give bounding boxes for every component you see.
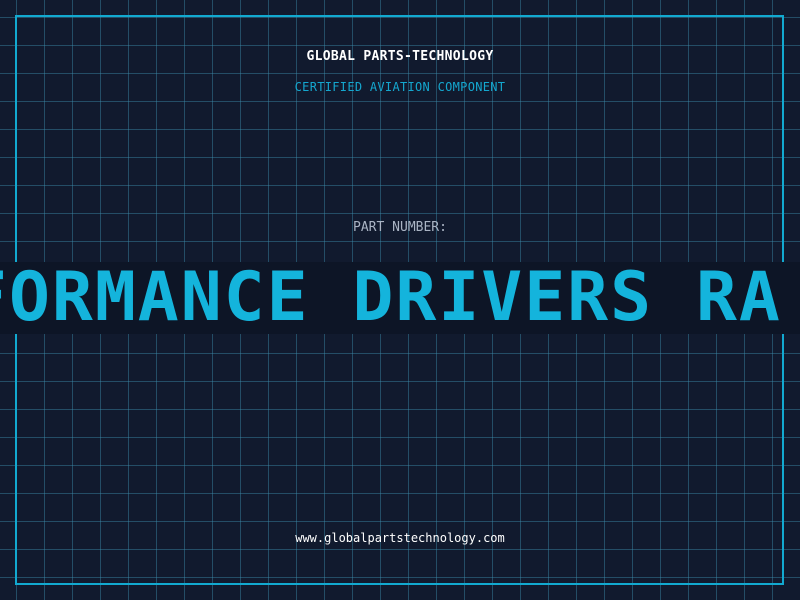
part-number-band: FORMANCE DRIVERS RA: [0, 262, 800, 334]
part-number-value: FORMANCE DRIVERS RA: [0, 262, 782, 334]
certification-subtitle: CERTIFIED AVIATION COMPONENT: [294, 80, 506, 94]
part-number-label: PART NUMBER:: [353, 220, 447, 235]
aviation-part-card: GLOBAL PARTS-TECHNOLOGY CERTIFIED AVIATI…: [0, 0, 800, 600]
website-url: www.globalpartstechnology.com: [295, 531, 505, 545]
brand-title: GLOBAL PARTS-TECHNOLOGY: [306, 49, 494, 64]
